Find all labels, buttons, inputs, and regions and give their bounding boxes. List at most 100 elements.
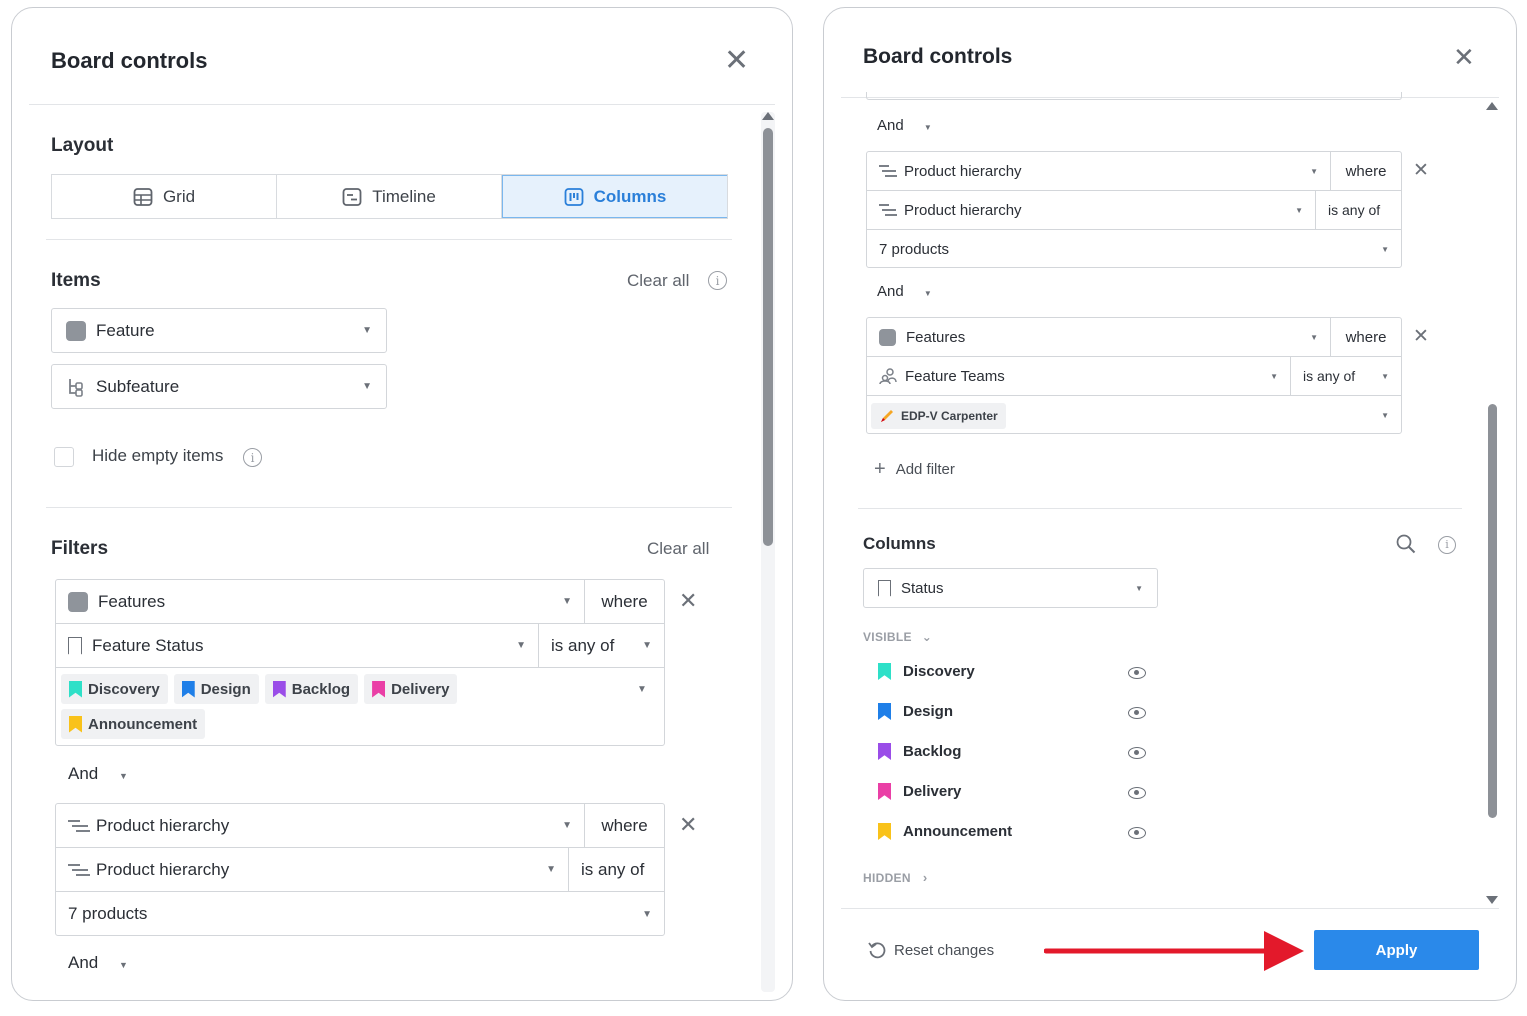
hierarchy-icon	[68, 861, 90, 879]
eye-icon[interactable]	[1128, 707, 1146, 719]
filter-value-chips[interactable]: Discovery Design Backlog Delivery Announ…	[61, 674, 601, 739]
bookmark-icon	[272, 680, 286, 698]
filter-entity-label: Features	[98, 591, 166, 611]
chip-label: Discovery	[88, 680, 160, 698]
filter-field-select[interactable]: Feature Teams ▼	[867, 357, 1291, 395]
bookmark-icon	[878, 663, 891, 680]
columns-status-select[interactable]: Status ▼	[863, 568, 1158, 608]
and-operator-select[interactable]: And ▼	[68, 764, 128, 784]
filter-operator-select[interactable]: is any of ▼	[539, 624, 664, 667]
chip-label: Delivery	[391, 680, 450, 698]
filter-operator-select[interactable]: is any of ▼	[1291, 357, 1401, 395]
hierarchy-icon	[879, 162, 897, 180]
filter-operator-label: is any of	[551, 635, 615, 655]
reset-changes-button[interactable]: Reset changes	[868, 941, 994, 959]
filter-block: Product hierarchy ▼ where Product hierar…	[866, 151, 1402, 268]
filter-where-label: where	[601, 815, 648, 835]
chevron-down-icon: ▼	[1310, 332, 1318, 342]
filter-block: Product hierarchy ▼ where Product hierar…	[55, 803, 665, 936]
hide-empty-items-checkbox[interactable]	[54, 447, 74, 467]
and-operator-select[interactable]: And ▼	[877, 117, 932, 134]
info-icon[interactable]: i	[1438, 535, 1456, 554]
apply-button[interactable]: Apply	[1314, 930, 1479, 970]
items-clear-all-link[interactable]: Clear all	[627, 271, 689, 291]
info-icon[interactable]: i	[708, 271, 727, 290]
chevron-down-icon: ▼	[642, 640, 652, 651]
close-icon[interactable]: ✕	[1453, 44, 1475, 70]
visible-label: VISIBLE	[863, 630, 912, 644]
layout-option-grid[interactable]: Grid	[52, 175, 277, 218]
grid-icon	[133, 187, 153, 206]
filter-entity-select[interactable]: Features ▼	[867, 318, 1331, 356]
filter-entity-select[interactable]: Product hierarchy ▼	[56, 804, 585, 847]
visible-group-toggle[interactable]: VISIBLE ⌄	[863, 630, 932, 644]
hide-empty-items-label: Hide empty items	[92, 446, 224, 465]
status-chip: Discovery	[61, 674, 168, 704]
chevron-down-icon: ▼	[362, 381, 372, 392]
plus-icon: +	[874, 458, 886, 480]
bookmark-icon	[878, 579, 891, 597]
pencil-icon	[881, 409, 893, 422]
and-operator-select[interactable]: And ▼	[877, 283, 932, 300]
filter-operator-label[interactable]: is any of	[569, 848, 664, 891]
chip-label: Announcement	[88, 715, 198, 733]
column-item-delivery: Delivery	[878, 783, 961, 800]
filter-field-label: Product hierarchy	[96, 859, 230, 879]
eye-icon[interactable]	[1128, 827, 1146, 839]
status-chip: Delivery	[364, 674, 458, 704]
filter-field-select[interactable]: Product hierarchy ▼	[867, 191, 1316, 229]
filter-field-label: Feature Teams	[905, 367, 1005, 385]
filter-value-select[interactable]: 7 products ▼	[56, 892, 664, 936]
filter-operator-label[interactable]: is any of	[1316, 191, 1401, 229]
filter-value-label: 7 products	[879, 241, 950, 258]
item-select-feature[interactable]: Feature ▼	[51, 308, 387, 353]
eye-icon[interactable]	[1128, 787, 1146, 799]
info-icon[interactable]: i	[243, 448, 262, 467]
bookmark-icon	[878, 823, 891, 840]
item-select-label: Feature	[96, 320, 155, 340]
scroll-down-icon[interactable]	[1486, 896, 1498, 904]
search-icon[interactable]	[1396, 534, 1416, 554]
columns-icon	[564, 187, 584, 206]
chevron-down-icon: ▼	[118, 960, 128, 970]
item-select-subfeature[interactable]: Subfeature ▼	[51, 364, 387, 409]
column-label: Backlog	[903, 743, 962, 760]
eye-icon[interactable]	[1128, 747, 1146, 759]
hidden-label: HIDDEN	[863, 870, 911, 885]
and-label: And	[68, 764, 99, 783]
scrollbar-thumb[interactable]	[763, 128, 773, 546]
filter-field-select[interactable]: Product hierarchy ▼	[56, 848, 569, 891]
scrollbar-thumb[interactable]	[1488, 404, 1497, 818]
red-arrow-annotation	[1044, 931, 1304, 971]
scroll-up-icon[interactable]	[1486, 102, 1498, 110]
hidden-group-toggle[interactable]: HIDDEN ›	[863, 870, 927, 885]
status-chip: Backlog	[264, 674, 359, 704]
column-label: Design	[903, 703, 954, 720]
filter-entity-select[interactable]: Features ▼	[56, 580, 585, 623]
remove-filter-icon[interactable]: ✕	[679, 812, 697, 838]
chevron-down-icon: ▼	[118, 771, 128, 781]
layout-option-columns[interactable]: Columns	[502, 175, 727, 218]
add-filter-label: Add filter	[895, 461, 955, 478]
column-label: Announcement	[903, 823, 1013, 840]
filter-field-select[interactable]: Feature Status ▼	[56, 624, 539, 667]
layout-option-label: Columns	[593, 186, 667, 206]
filter-block: Features ▼ where Feature Teams ▼ is any …	[866, 317, 1402, 434]
add-filter-button[interactable]: + Add filter	[874, 458, 955, 481]
filter-block-partial	[866, 92, 1402, 100]
filter-value-select[interactable]: EDP-V Carpenter ▼	[867, 396, 1401, 435]
chevron-down-icon: ▼	[1295, 205, 1303, 215]
filter-entity-select[interactable]: Product hierarchy ▼	[867, 152, 1331, 190]
and-operator-select[interactable]: And ▼	[68, 953, 128, 973]
chevron-down-icon[interactable]: ▼	[637, 684, 647, 695]
filters-clear-all-link[interactable]: Clear all	[647, 539, 709, 559]
close-icon[interactable]: ✕	[724, 46, 749, 76]
scroll-up-icon[interactable]	[762, 112, 774, 120]
remove-filter-icon[interactable]: ✕	[1413, 159, 1429, 182]
filter-value-select[interactable]: 7 products ▼	[867, 230, 1401, 269]
layout-option-timeline[interactable]: Timeline	[277, 175, 502, 218]
remove-filter-icon[interactable]: ✕	[1413, 325, 1429, 348]
layout-segmented-control: Grid Timeline Columns	[51, 174, 728, 219]
remove-filter-icon[interactable]: ✕	[679, 588, 697, 614]
eye-icon[interactable]	[1128, 667, 1146, 679]
